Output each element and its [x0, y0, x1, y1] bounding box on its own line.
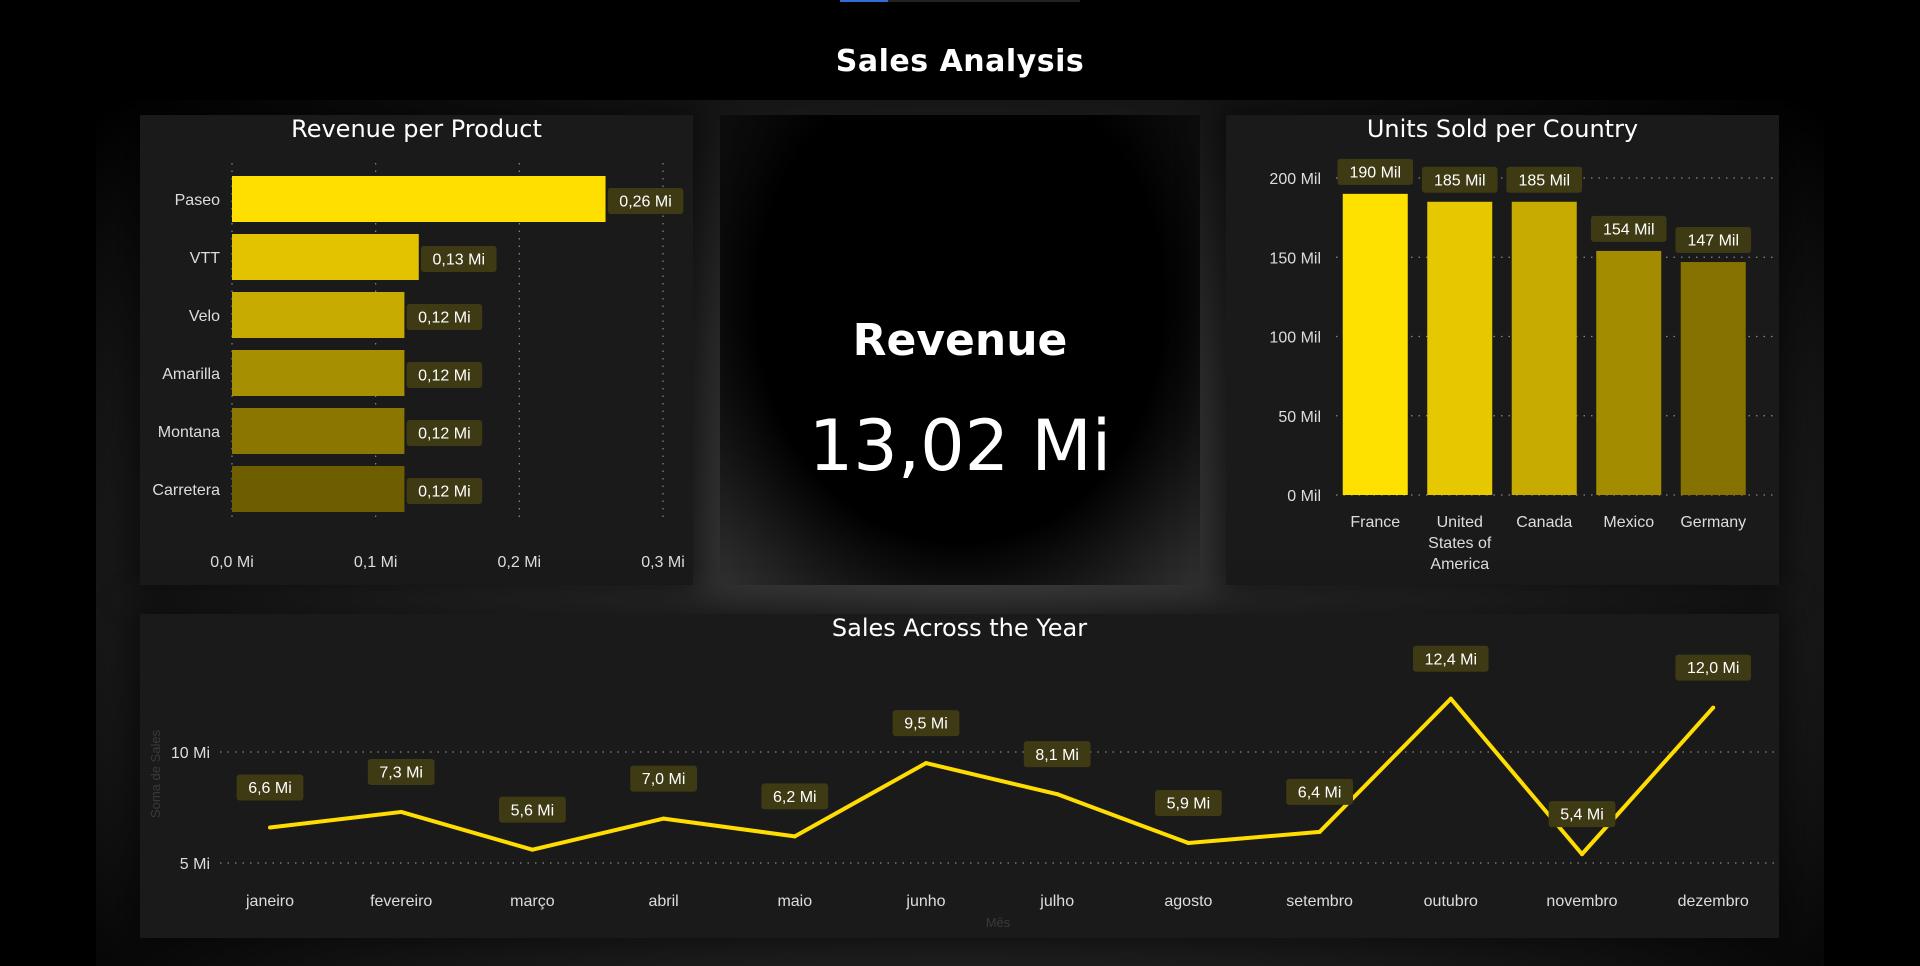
data-point	[661, 816, 666, 821]
x-tick-label: fevereiro	[370, 893, 432, 910]
x-tick-label: dezembro	[1678, 893, 1749, 910]
data-label: 6,6 Mi	[248, 780, 292, 797]
x-tick-label: março	[510, 893, 555, 910]
data-label: 8,1 Mi	[1035, 747, 1079, 764]
page-title: Sales Analysis	[835, 44, 1085, 79]
series-line	[269, 696, 1715, 857]
data-label: 190 Mil	[1349, 164, 1401, 181]
data-point	[530, 847, 535, 852]
category-label: States of	[1428, 535, 1492, 552]
category-label: Canada	[1516, 514, 1572, 531]
bar-germany	[1680, 262, 1746, 495]
y-tick-label: 5 Mi	[180, 856, 210, 873]
data-point	[792, 834, 797, 839]
category-label: Mexico	[1603, 514, 1654, 531]
data-label: 12,4 Mi	[1425, 651, 1477, 668]
sales-across-year-chart: 5 Mi 10 Mi Soma de Sales Mês 6,6 Mi janeiro 7,…	[148, 645, 1775, 930]
category-label: VTT	[190, 250, 220, 267]
category-label: Paseo	[175, 192, 220, 209]
x-tick-label: junho	[905, 893, 945, 910]
data-label: 0,12 Mi	[418, 426, 470, 443]
bar-velo	[232, 292, 405, 338]
data-point	[924, 761, 928, 766]
units-sold-per-country-chart: 0 Mil 50 Mil 100 Mil 150 Mil 200 Mil 190 Mil F…	[1269, 158, 1776, 573]
sales-across-year-panel: Sales Across the Year 5 Mi 10 Mi Soma de S…	[140, 614, 1779, 938]
bar-montana	[232, 408, 405, 454]
category-label: Carretera	[152, 482, 220, 499]
bar-canada	[1511, 201, 1577, 495]
data-label: 7,0 Mi	[642, 771, 686, 788]
bar-paseo	[232, 176, 606, 222]
kpi-label: Revenue	[852, 315, 1068, 366]
x-tick-label: abril	[648, 893, 678, 910]
data-point	[1711, 705, 1716, 710]
x-tick-label: julho	[1039, 893, 1074, 910]
x-tick-label: maio	[777, 893, 812, 910]
category-label: France	[1350, 514, 1400, 531]
x-tick-label: 0,0 Mi	[210, 554, 254, 571]
bar-france	[1342, 193, 1408, 495]
data-point	[399, 809, 404, 814]
data-label: 5,9 Mi	[1167, 796, 1211, 813]
category-label: America	[1430, 556, 1489, 573]
revenue-per-product-chart: 0,0 Mi 0,1 Mi 0,2 Mi 0,3 Mi Paseo 0,26 Mi VTT 0…	[152, 163, 685, 571]
y-tick-label: 0 Mil	[1287, 488, 1321, 505]
revenue-per-product-panel: Revenue per Product 0,0 Mi 0,1 Mi 0,2 Mi 0,…	[140, 115, 693, 585]
x-tick-label: outubro	[1424, 893, 1478, 910]
data-label: 12,0 Mi	[1687, 660, 1739, 677]
y-tick-label: 10 Mi	[171, 745, 210, 762]
bar-vtt	[232, 234, 419, 280]
data-label: 6,4 Mi	[1298, 785, 1342, 802]
data-label: 0,13 Mi	[433, 252, 485, 269]
category-label: Amarilla	[162, 366, 220, 383]
category-label: Velo	[189, 308, 220, 325]
x-axis-title: Mês	[986, 915, 1011, 930]
y-axis-title: Soma de Sales	[148, 729, 163, 818]
data-label: 6,2 Mi	[773, 789, 817, 806]
data-label: 0,26 Mi	[619, 194, 671, 211]
x-tick-label: novembro	[1546, 893, 1617, 910]
revenue-kpi-card: Revenue 13,02 Mi	[720, 115, 1200, 585]
page-nav-bar	[840, 0, 1080, 2]
data-label: 5,4 Mi	[1560, 807, 1604, 824]
units-sold-per-country-panel: Units Sold per Country 0 Mil 50 Mil 100 Mi…	[1226, 115, 1779, 585]
category-label: Montana	[158, 424, 220, 441]
x-tick-label: setembro	[1286, 893, 1353, 910]
x-tick-label: agosto	[1164, 893, 1212, 910]
data-point	[1580, 852, 1584, 857]
data-label: 185 Mil	[1518, 172, 1570, 189]
x-tick-label: 0,3 Mi	[641, 554, 685, 571]
y-tick-label: 200 Mil	[1269, 171, 1321, 188]
y-tick-label: 100 Mil	[1269, 330, 1321, 347]
data-point	[1448, 696, 1453, 701]
bar-carretera	[232, 466, 405, 512]
data-label: 9,5 Mi	[904, 716, 948, 733]
category-label: Germany	[1680, 514, 1746, 531]
data-point	[268, 825, 272, 830]
data-label: 0,12 Mi	[418, 368, 470, 385]
data-label: 154 Mil	[1603, 222, 1655, 239]
x-tick-label: 0,1 Mi	[354, 554, 398, 571]
category-label: United	[1437, 514, 1483, 531]
data-label: 0,12 Mi	[418, 484, 470, 501]
x-tick-label: janeiro	[245, 893, 294, 910]
data-point	[1186, 841, 1191, 846]
data-label: 147 Mil	[1687, 233, 1739, 250]
data-point	[1055, 792, 1060, 797]
data-label: 185 Mil	[1434, 172, 1486, 189]
page-nav-active-segment[interactable]	[840, 0, 888, 2]
bar-mexico	[1596, 250, 1662, 495]
data-label: 7,3 Mi	[379, 765, 423, 782]
y-tick-label: 50 Mil	[1278, 409, 1321, 426]
kpi-value: 13,02 Mi	[808, 405, 1112, 487]
data-label: 0,12 Mi	[418, 310, 470, 327]
data-point	[1317, 829, 1322, 834]
bar-united-states-of-america	[1427, 201, 1493, 495]
x-tick-label: 0,2 Mi	[498, 554, 542, 571]
bar-amarilla	[232, 350, 405, 396]
data-label: 5,6 Mi	[511, 802, 555, 819]
y-tick-label: 150 Mil	[1269, 250, 1321, 267]
